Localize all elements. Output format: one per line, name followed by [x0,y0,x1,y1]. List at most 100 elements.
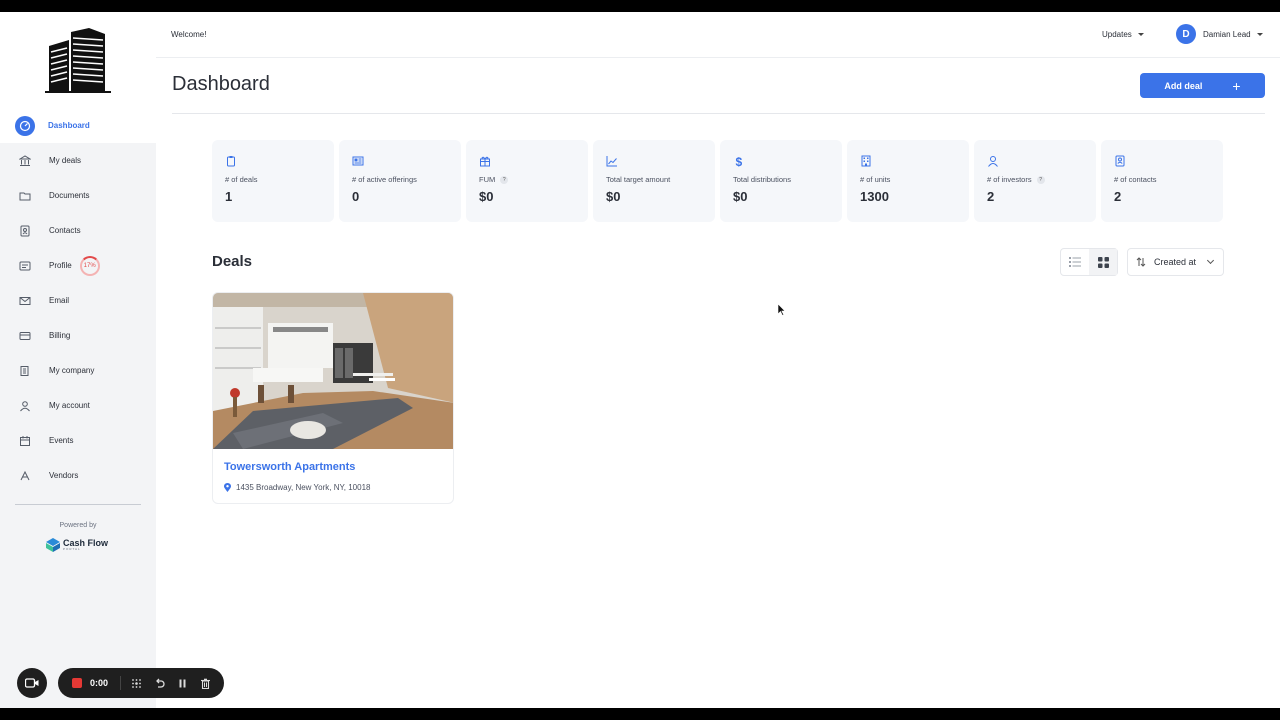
camera-toggle-button[interactable] [17,668,47,698]
sidebar-item-my-account[interactable]: My account [0,388,156,423]
location-pin-icon [224,483,231,492]
profile-card-icon [16,257,34,275]
list-view-button[interactable] [1061,249,1089,275]
sidebar-item-label: My account [49,401,90,410]
help-icon[interactable]: ? [1036,175,1045,184]
grid-view-button[interactable] [1089,249,1117,275]
stat-card-units: # of units 1300 [847,140,969,222]
sidebar-item-label: Events [49,436,74,445]
stat-card-distributions: $ Total distributions $0 [720,140,842,222]
stat-label: FUM [479,175,496,184]
sidebar-item-label: Email [49,296,70,305]
company-icon [16,362,34,380]
stat-label-row: # of investors ? [987,175,1096,184]
sort-icon [1136,257,1146,267]
stats-row: # of deals 1 # of active offerings 0 FUM… [212,140,1228,222]
updates-dropdown[interactable]: Updates [1102,30,1144,39]
help-icon[interactable]: ? [500,175,509,184]
deals-title: Deals [212,253,253,270]
video-camera-icon [25,678,39,688]
mouse-cursor-icon [778,304,786,316]
stat-card-investors: # of investors ? 2 [974,140,1096,222]
chevron-down-icon [1256,32,1263,36]
stat-value: $0 [606,189,621,204]
page-title: Dashboard [172,73,270,95]
sidebar-item-documents[interactable]: Documents [0,178,156,213]
sidebar-item-vendors[interactable]: Vendors [0,458,156,493]
company-logo[interactable] [0,12,156,108]
app-window: Dashboard My deals Documents Contacts Pr… [0,12,1280,708]
cashflow-logo-icon [46,538,60,552]
contact-card-icon [1114,154,1126,167]
pause-icon [179,679,186,687]
sidebar-item-label: Contacts [49,226,81,235]
add-deal-button[interactable]: Add deal + [1140,73,1265,98]
stat-label: Total target amount [606,175,671,184]
sidebar-item-events[interactable]: Events [0,423,156,458]
add-deal-label: Add deal [1164,80,1203,91]
stat-value: 0 [352,189,360,204]
sort-label: Created at [1154,257,1197,267]
user-menu[interactable]: D Damian Lead [1176,24,1263,44]
pause-button[interactable] [175,676,189,690]
credit-card-icon [16,327,34,345]
stop-recording-button[interactable] [72,678,82,688]
sidebar-item-label: Profile [49,261,72,270]
recorder-toolbar: 0:00 [58,668,224,698]
top-bar: Welcome! Updates D Damian Lead [156,12,1280,58]
stat-label: # of deals [225,175,258,184]
recording-timer: 0:00 [90,678,109,688]
chevron-down-icon [1206,256,1215,265]
sidebar-item-email[interactable]: Email [0,283,156,318]
envelope-icon [16,292,34,310]
list-icon [1069,257,1081,267]
user-icon [16,397,34,415]
building-logo-icon [45,28,111,93]
sidebar-item-label: Documents [49,191,90,200]
sidebar-divider [15,504,141,505]
sidebar-item-contacts[interactable]: Contacts [0,213,156,248]
header-divider [172,113,1265,114]
deal-address-text: 1435 Broadway, New York, NY, 10018 [236,483,371,492]
deal-card[interactable]: Towersworth Apartments 1435 Broadway, Ne… [212,292,454,504]
sidebar-item-billing[interactable]: Billing [0,318,156,353]
stat-value: $0 [479,189,494,204]
sidebar-item-my-company[interactable]: My company [0,353,156,388]
stat-label: # of active offerings [352,175,417,184]
clipboard-icon [225,154,237,167]
welcome-text: Welcome! [171,30,207,39]
undo-icon [155,678,165,688]
plus-icon: + [1232,77,1241,94]
stat-label: Total distributions [733,175,791,184]
stat-value: $0 [733,189,748,204]
line-chart-icon [606,154,618,167]
sidebar-item-label: Vendors [49,471,79,480]
sidebar-item-label: Dashboard [48,121,90,130]
gauge-icon [15,115,35,136]
stat-label: # of investors [987,175,1032,184]
sidebar-item-my-deals[interactable]: My deals [0,143,156,178]
person-icon [987,154,999,167]
grid-icon [1097,256,1109,268]
sort-dropdown[interactable]: Created at [1127,248,1224,276]
trash-icon [200,678,210,689]
stat-card-deals: # of deals 1 [212,140,334,222]
sidebar-item-profile[interactable]: Profile 17% [0,248,156,283]
profile-progress-badge: 17% [79,255,100,276]
recorder-divider [120,676,122,690]
view-toggle [1060,248,1118,276]
updates-label: Updates [1102,30,1132,39]
delete-recording-button[interactable] [198,676,212,690]
stat-value: 2 [987,189,995,204]
undo-button[interactable] [152,676,166,690]
calendar-icon [16,432,34,450]
draw-tool-button[interactable] [129,676,143,690]
sidebar-item-label: My deals [49,156,82,165]
stat-label-row: FUM ? [479,175,588,184]
cashflow-portal-logo[interactable]: Cash Flow PORTAL [46,538,108,552]
dollar-icon: $ [733,154,745,169]
sidebar-item-dashboard[interactable]: Dashboard [0,108,156,143]
stat-card-target-amount: Total target amount $0 [593,140,715,222]
deal-name[interactable]: Towersworth Apartments [224,461,355,473]
powered-by-label: Powered by [59,522,97,529]
